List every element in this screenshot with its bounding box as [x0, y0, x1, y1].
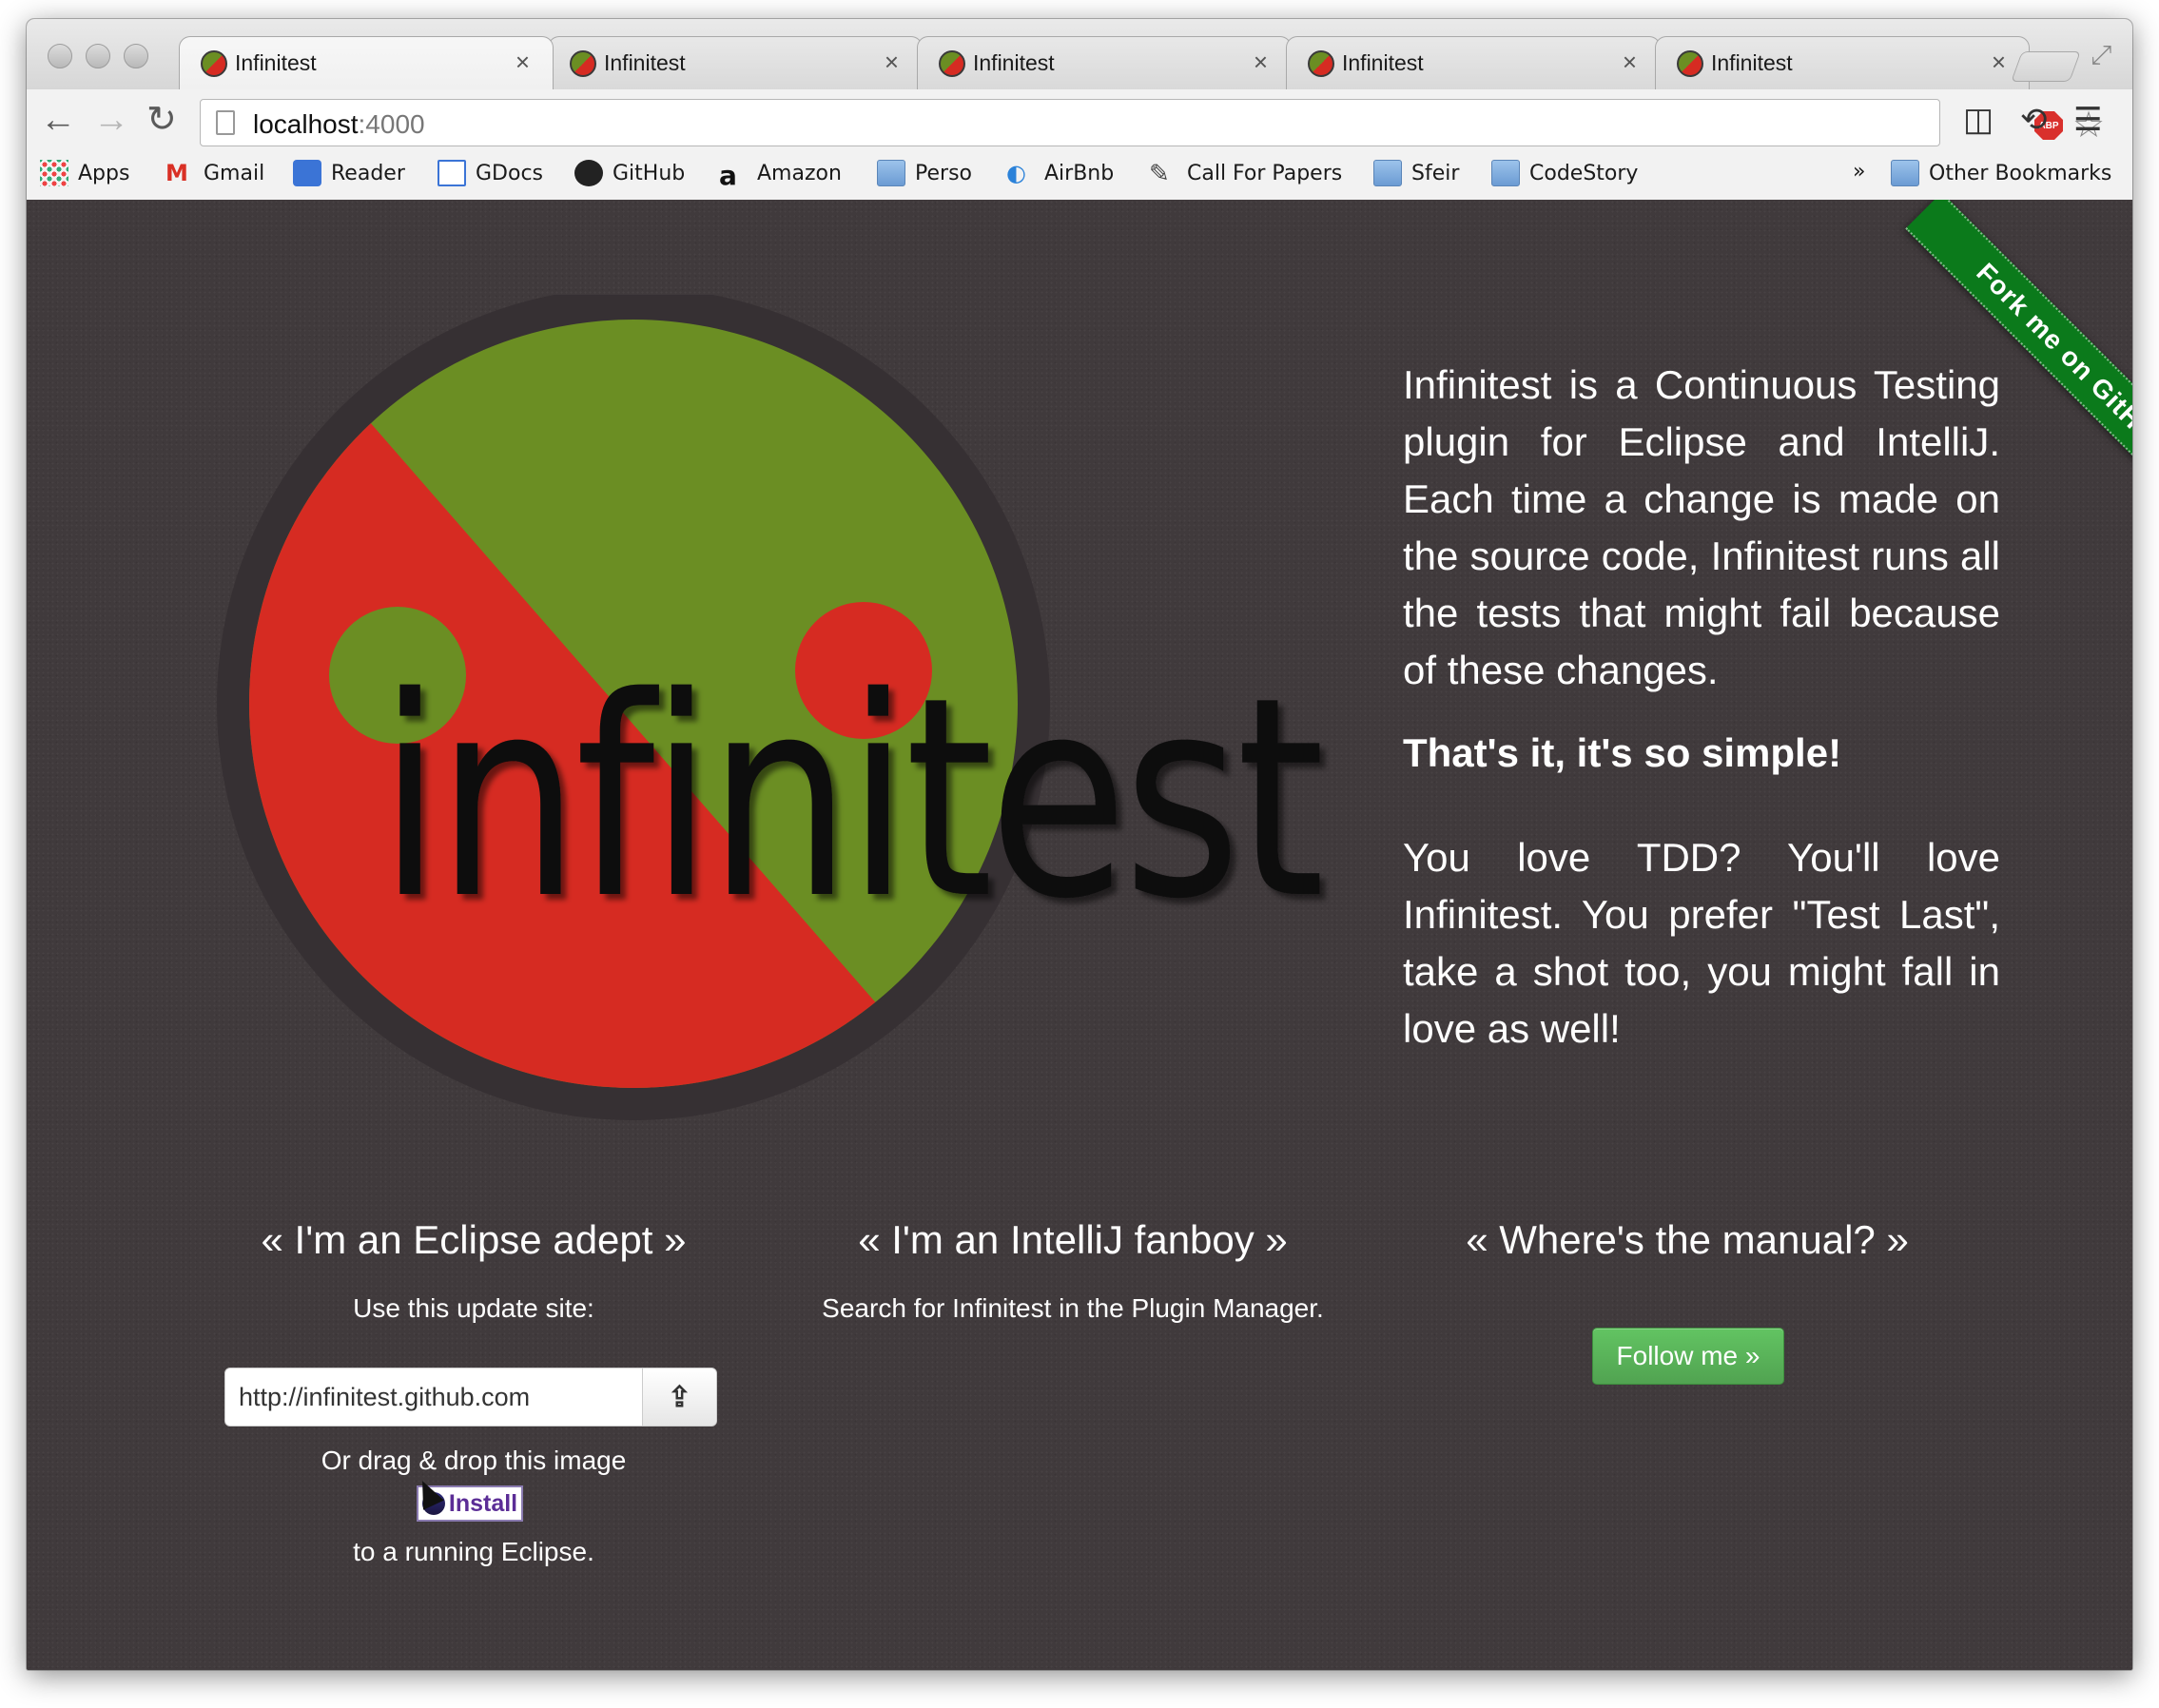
bookmark-call-for-papers[interactable]: ✎ Call For Papers [1149, 160, 1343, 188]
copy-url-button[interactable]: ⇪ [642, 1368, 716, 1426]
folder-icon [1491, 160, 1520, 186]
tab-close-icon[interactable]: × [1623, 48, 1637, 77]
menu-icon[interactable]: ☰ [2073, 103, 2102, 137]
tab-close-icon[interactable]: × [1254, 48, 1268, 77]
infinitest-logo: infinitest [217, 295, 1327, 1120]
follow-me-button[interactable]: Follow me » [1592, 1328, 1784, 1385]
bookmark-label: Call For Papers [1187, 161, 1343, 185]
running-eclipse-text: to a running Eclipse. [353, 1537, 594, 1566]
infinitest-favicon-icon [1308, 50, 1334, 77]
intellij-heading: « I'm an IntelliJ fanboy » [858, 1217, 1288, 1262]
tab-close-icon[interactable]: × [515, 48, 530, 77]
bookmark-label: AirBnb [1044, 161, 1115, 185]
bookmarks-overflow-chevron[interactable]: » [1853, 160, 1865, 184]
close-window-icon[interactable] [48, 44, 72, 68]
minimize-window-icon[interactable] [86, 44, 110, 68]
bookmark-apps[interactable]: Apps [40, 160, 129, 186]
reader-icon [293, 160, 321, 186]
bookmark-label: CodeStory [1529, 161, 1639, 185]
bookmark-label: GDocs [476, 161, 544, 185]
folder-icon [1891, 160, 1919, 186]
new-tab-button[interactable] [2011, 51, 2081, 82]
browser-chrome: Infinitest × Infinitest × Infinitest × I… [27, 19, 2132, 200]
cfp-icon: ✎ [1149, 160, 1170, 188]
gdocs-icon [438, 160, 466, 186]
pocket-icon[interactable]: ◫ [1963, 103, 1994, 137]
bookmark-perso[interactable]: Perso [877, 160, 972, 186]
bookmark-label: Perso [915, 161, 972, 185]
bookmark-label: Other Bookmarks [1929, 161, 2112, 185]
chevron-right-icon: » [1853, 160, 1866, 184]
url-host: localhost [253, 109, 359, 139]
bookmark-codestory[interactable]: CodeStory [1491, 160, 1638, 186]
tab-close-icon[interactable]: × [1992, 48, 2006, 77]
browser-window: Infinitest × Infinitest × Infinitest × I… [27, 19, 2132, 1670]
tab-close-icon[interactable]: × [885, 48, 899, 77]
bookmark-label: Reader [331, 161, 405, 185]
update-site-input[interactable] [225, 1368, 644, 1426]
tab-2[interactable]: Infinitest × [548, 36, 923, 89]
zoom-window-icon[interactable] [124, 44, 148, 68]
bookmark-gdocs[interactable]: GDocs [438, 160, 543, 186]
bookmark-other[interactable]: Other Bookmarks [1891, 160, 2111, 186]
eclipse-instruction: Use this update site: [353, 1293, 594, 1323]
external-link-icon: ⇪ [667, 1381, 692, 1413]
manual-heading: « Where's the manual? » [1466, 1217, 1909, 1262]
forward-arrow-icon[interactable]: → [93, 101, 129, 139]
fullscreen-icon[interactable]: ⤢ [2091, 40, 2111, 71]
tab-title: Infinitest [1342, 50, 1424, 75]
folder-icon [1373, 160, 1402, 186]
page-content: infinitest Infinitest is a Continuous Te… [27, 200, 2132, 1670]
bookmark-label: Gmail [204, 161, 265, 185]
infinitest-favicon-icon [201, 50, 227, 77]
url-text[interactable]: localhost:4000 [253, 109, 425, 140]
tab-1[interactable]: Infinitest × [179, 36, 554, 89]
back-arrow-icon[interactable]: ← [40, 101, 76, 139]
tab-title: Infinitest [235, 50, 317, 75]
apps-grid-icon [40, 160, 68, 186]
window-controls [48, 44, 148, 68]
bookmark-github[interactable]: GitHub [574, 160, 685, 186]
airbnb-icon: ◐ [1006, 160, 1026, 186]
bookmark-airbnb[interactable]: ◐ AirBnb [1006, 160, 1114, 186]
pitch-paragraph: You love TDD? You'll love Infinitest. Yo… [1403, 835, 2000, 1051]
sync-extension-icon[interactable]: ⟲ [2020, 103, 2048, 137]
drag-drop-text: Or drag & drop this image [321, 1446, 627, 1475]
bookmark-label: Amazon [757, 161, 842, 185]
install-label: Install [448, 1489, 518, 1517]
bookmark-label: GitHub [613, 161, 686, 185]
eclipse-heading: « I'm an Eclipse adept » [261, 1217, 687, 1262]
intro-paragraph: Infinitest is a Continuous Testing plugi… [1403, 362, 2000, 692]
address-bar[interactable]: localhost:4000 ABP ☆ [200, 99, 2105, 146]
gmail-icon: M [165, 160, 188, 186]
reload-icon[interactable]: ↻ [146, 101, 177, 139]
bookmark-reader[interactable]: Reader [293, 160, 405, 186]
github-icon [574, 160, 603, 186]
update-site-group: ⇪ [224, 1368, 717, 1427]
infinitest-favicon-icon [939, 50, 965, 77]
tab-3[interactable]: Infinitest × [917, 36, 1292, 89]
bookmark-label: Apps [78, 161, 130, 185]
tab-5[interactable]: Infinitest × [1655, 36, 2030, 89]
bookmarks-bar: Apps M Gmail Reader GDocs GitHub a Amazo… [27, 152, 2132, 200]
bookmark-amazon[interactable]: a Amazon [719, 160, 842, 191]
tab-title: Infinitest [1711, 50, 1793, 75]
logo-wordmark: infinitest [379, 639, 1321, 960]
tab-4[interactable]: Infinitest × [1286, 36, 1661, 89]
tab-title: Infinitest [604, 50, 686, 75]
page-icon [216, 110, 235, 135]
bookmark-gmail[interactable]: M Gmail [165, 160, 264, 186]
amazon-icon: a [719, 160, 737, 191]
bookmark-label: Sfeir [1411, 161, 1460, 185]
infinitest-favicon-icon [570, 50, 596, 77]
bookmark-sfeir[interactable]: Sfeir [1373, 160, 1459, 186]
url-port: :4000 [358, 109, 425, 139]
folder-icon [877, 160, 905, 186]
infinitest-favicon-icon [1677, 50, 1703, 77]
browser-toolbar: ← → ↻ localhost:4000 ABP ☆ ◫ ⟲ ☰ [27, 89, 2132, 152]
tab-title: Infinitest [973, 50, 1055, 75]
tagline: That's it, it's so simple! [1403, 730, 1842, 775]
intellij-instruction: Search for Infinitest in the Plugin Mana… [822, 1293, 1324, 1323]
